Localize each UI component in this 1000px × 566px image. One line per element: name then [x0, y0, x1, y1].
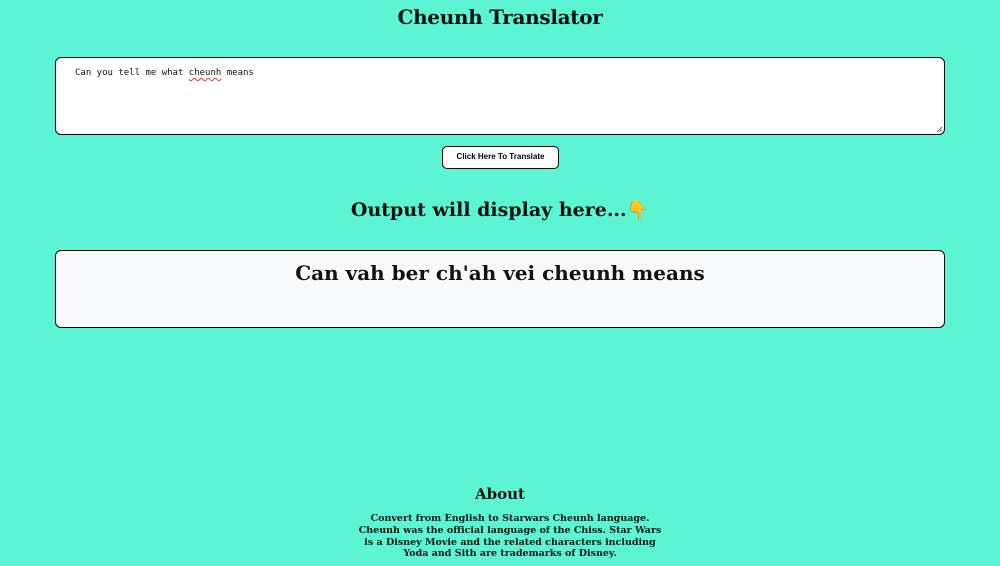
- app-title: Cheunh Translator: [397, 5, 603, 29]
- resize-grip-icon[interactable]: [936, 126, 942, 132]
- about-title: About: [475, 485, 525, 503]
- text-input[interactable]: Can you tell me what cheunh means: [55, 57, 945, 135]
- about-line-2: Cheunh was the official language of the …: [358, 524, 662, 560]
- pointing-down-icon: 👇: [626, 200, 650, 221]
- input-text-after: means: [221, 68, 254, 78]
- output-heading: Output will display here...👇: [0, 196, 1000, 225]
- output-heading-text: Output will display here...: [350, 199, 627, 221]
- input-text-before: Can you tell me what: [75, 68, 189, 78]
- input-text-misspelled-word: cheunh: [188, 68, 222, 78]
- output-text: Can vah ber ch'ah vei cheunh means: [295, 261, 705, 285]
- output-box: Can vah ber ch'ah vei cheunh means: [55, 250, 945, 328]
- about-text: Convert from English to Starwars Cheunh …: [355, 513, 665, 560]
- translate-button[interactable]: Click Here To Translate: [442, 146, 559, 169]
- about-line-1: Convert from English to Starwars Cheunh …: [370, 513, 650, 524]
- input-text: Can you tell me what cheunh means: [75, 68, 254, 78]
